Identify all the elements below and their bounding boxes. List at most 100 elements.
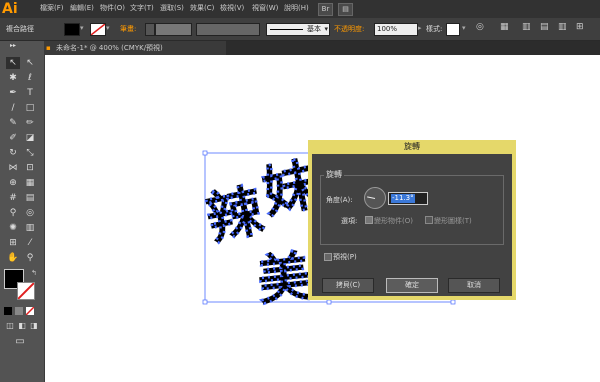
- gradient-tool-icon[interactable]: ▤: [23, 192, 37, 204]
- transform-patterns-checkbox[interactable]: [425, 216, 433, 224]
- rotate-group-box: [320, 175, 504, 245]
- opacity-label[interactable]: 不透明度:: [334, 24, 364, 34]
- stroke-label[interactable]: 筆畫:: [120, 24, 136, 34]
- line-tool-icon[interactable]: /: [6, 102, 20, 114]
- selected-artwork-bottom[interactable]: 美: [254, 244, 315, 313]
- menu-object[interactable]: 物件(O): [100, 3, 125, 13]
- paintbrush-tool-icon[interactable]: ✎: [6, 117, 20, 129]
- hand-tool-icon[interactable]: ✋: [6, 252, 20, 264]
- gradient-mode-icon[interactable]: [15, 307, 23, 315]
- perspective-grid-tool-icon[interactable]: ▦: [23, 177, 37, 189]
- selection-handle[interactable]: [450, 299, 456, 305]
- menu-file[interactable]: 檔案(F): [40, 3, 64, 13]
- graph-tool-icon[interactable]: ▥: [23, 222, 37, 234]
- transform-objects-checkbox[interactable]: [365, 216, 373, 224]
- free-transform-tool-icon[interactable]: ⊡: [23, 162, 37, 174]
- type-tool-icon[interactable]: T: [23, 87, 37, 99]
- align-grid-icon[interactable]: ▦: [500, 22, 509, 32]
- scale-tool-icon[interactable]: ⤡: [23, 147, 37, 159]
- preview-checkbox[interactable]: [324, 253, 332, 261]
- width-tool-icon[interactable]: ⋈: [6, 162, 20, 174]
- angle-value: -11.3°: [391, 194, 415, 203]
- stroke-weight-input[interactable]: [155, 23, 192, 36]
- variable-width-profile[interactable]: [196, 23, 260, 36]
- selection-handle[interactable]: [326, 299, 332, 305]
- selection-handle[interactable]: [202, 299, 208, 305]
- fill-dropdown-icon[interactable]: ▾: [80, 24, 84, 32]
- dialog-title[interactable]: 旋轉: [308, 140, 516, 154]
- stroke-dropdown-icon[interactable]: ▾: [106, 24, 110, 32]
- ok-button[interactable]: 確定: [386, 278, 438, 293]
- document-tab-bar: ▪ 未命名-1* @ 400% (CMYK/預視): [44, 41, 600, 55]
- artwork-char: 辣: [201, 178, 270, 253]
- lasso-tool-icon[interactable]: ℓ: [23, 72, 37, 84]
- selection-handle[interactable]: [202, 150, 208, 156]
- draw-inside-icon[interactable]: ◨: [27, 320, 41, 332]
- graphic-style-swatch[interactable]: [446, 23, 460, 36]
- transform-patterns-label: 變形圖樣(T): [434, 217, 472, 225]
- angle-input[interactable]: -11.3°: [388, 192, 428, 205]
- opacity-input[interactable]: 100%: [374, 23, 418, 36]
- shape-builder-tool-icon[interactable]: ⊕: [6, 177, 20, 189]
- color-mode-icon[interactable]: [4, 307, 12, 315]
- close-tab-icon[interactable]: ▪: [46, 41, 51, 55]
- transform-objects-label: 變形物件(O): [374, 217, 413, 225]
- align-left-icon[interactable]: ▥: [522, 22, 531, 32]
- opacity-dropdown-icon[interactable]: ▸: [418, 24, 422, 32]
- fill-swatch[interactable]: [64, 23, 80, 36]
- panel-collapse-icon[interactable]: ▸▸: [6, 43, 20, 49]
- align-center-icon[interactable]: ▤: [540, 22, 549, 32]
- toolbox: ▸▸ ↖ ↖ ✱ ℓ ✒ T / □ ✎ ✏ ✐ ◪ ↻ ⤡ ⋈ ⊡ ⊕ ▦ #…: [0, 41, 45, 382]
- eyedropper-tool-icon[interactable]: ⚲: [6, 207, 20, 219]
- transform-icon[interactable]: ⊞: [576, 22, 584, 32]
- menu-bar: Ai 檔案(F) 編輯(E) 物件(O) 文字(T) 選取(S) 效果(C) 檢…: [0, 0, 600, 18]
- document-tab[interactable]: ▪ 未命名-1* @ 400% (CMYK/預視): [44, 41, 226, 55]
- brush-dropdown-icon: ▾: [324, 25, 328, 33]
- brush-definition-select[interactable]: 基本 ▾: [266, 23, 330, 36]
- rectangle-tool-icon[interactable]: □: [23, 102, 37, 114]
- stroke-weight-stepper[interactable]: [145, 23, 155, 36]
- angle-label: 角度(A):: [326, 196, 353, 204]
- preview-label: 預視(P): [333, 253, 357, 261]
- none-mode-icon[interactable]: [26, 307, 34, 315]
- menu-help[interactable]: 說明(H): [284, 3, 309, 13]
- zoom-tool-icon[interactable]: ⚲: [23, 252, 37, 264]
- style-dropdown-icon[interactable]: ▾: [462, 24, 466, 32]
- slice-tool-icon[interactable]: ⁄: [23, 237, 37, 249]
- eraser-tool-icon[interactable]: ◪: [23, 132, 37, 144]
- cancel-button[interactable]: 取消: [448, 278, 500, 293]
- menu-type[interactable]: 文字(T): [130, 3, 154, 13]
- dialog-body: 旋轉 角度(A): -11.3° 選項: 變形物件(O) 變形圖樣(T) 預視(…: [312, 154, 512, 296]
- symbol-sprayer-tool-icon[interactable]: ✺: [6, 222, 20, 234]
- direct-selection-tool-icon[interactable]: ↖: [23, 57, 37, 69]
- document-tab-title: 未命名-1* @ 400% (CMYK/預視): [56, 44, 163, 52]
- menu-edit[interactable]: 編輯(E): [70, 3, 94, 13]
- copy-button[interactable]: 拷貝(C): [322, 278, 374, 293]
- menu-view[interactable]: 檢視(V): [220, 3, 244, 13]
- screen-mode-icon[interactable]: ▭: [13, 336, 27, 348]
- stroke-color-box[interactable]: [17, 282, 35, 300]
- rotate-dialog: 旋轉 旋轉 角度(A): -11.3° 選項: 變形物件(O) 變形圖樣(T) …: [308, 140, 516, 300]
- menu-window[interactable]: 視窗(W): [252, 3, 278, 13]
- selection-tool-icon[interactable]: ↖: [6, 57, 20, 69]
- stroke-style-label: 基本: [307, 25, 321, 33]
- bridge-icon[interactable]: Br: [318, 3, 333, 16]
- swap-fill-stroke-icon[interactable]: ↰: [31, 269, 37, 277]
- stroke-swatch[interactable]: [90, 23, 106, 36]
- options-label: 選項:: [341, 217, 358, 225]
- blend-tool-icon[interactable]: ◎: [23, 207, 37, 219]
- magic-wand-tool-icon[interactable]: ✱: [6, 72, 20, 84]
- rotate-tool-icon[interactable]: ↻: [6, 147, 20, 159]
- pen-tool-icon[interactable]: ✒: [6, 87, 20, 99]
- menu-effect[interactable]: 效果(C): [190, 3, 214, 13]
- blob-brush-tool-icon[interactable]: ✐: [6, 132, 20, 144]
- style-label: 樣式:: [426, 25, 443, 33]
- recolor-artwork-icon[interactable]: ◎: [476, 22, 484, 32]
- align-right-icon[interactable]: ▥: [558, 22, 567, 32]
- angle-dial-icon[interactable]: [364, 187, 386, 209]
- mesh-tool-icon[interactable]: #: [6, 192, 20, 204]
- arrange-documents-icon[interactable]: ▤: [338, 3, 353, 16]
- pencil-tool-icon[interactable]: ✏: [23, 117, 37, 129]
- menu-select[interactable]: 選取(S): [160, 3, 184, 13]
- artboard-tool-icon[interactable]: ⊞: [6, 237, 20, 249]
